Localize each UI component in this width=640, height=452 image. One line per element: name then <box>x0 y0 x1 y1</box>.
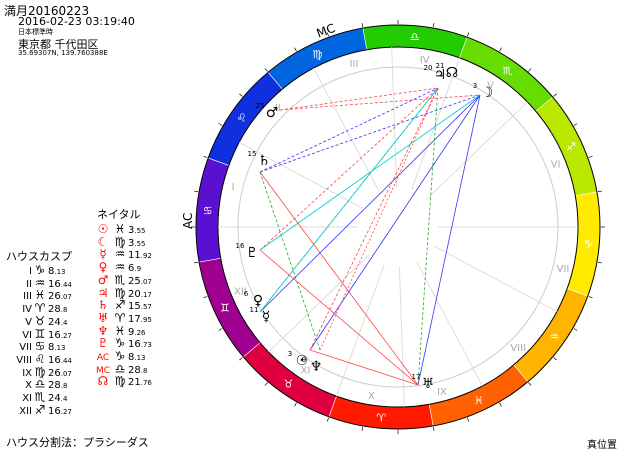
zodiac-sign-glyph: ♓ <box>474 394 484 407</box>
wheel-planet-degree: 17 <box>412 373 421 381</box>
degree-tick <box>203 155 208 158</box>
wheel-planet-glyph: ♇ <box>246 245 259 261</box>
house-numeral: VIII <box>510 343 526 354</box>
wheel-planet-glyph: ☊ <box>446 65 458 81</box>
degree-tick <box>218 328 223 331</box>
degree-tick <box>432 426 435 431</box>
wheel-planet-glyph: ☿ <box>262 309 271 325</box>
degree-tick <box>597 190 602 193</box>
degree-tick <box>203 296 208 299</box>
degree-tick <box>361 426 364 431</box>
house-numeral: III <box>350 59 359 70</box>
degree-tick <box>239 93 243 97</box>
wheel-planet-glyph: ♂ <box>266 105 279 121</box>
wheel-planet-degree: 3 <box>288 350 292 358</box>
wheel-planet-degree: 25 <box>256 102 265 110</box>
wheel-planet-degree: 11 <box>250 306 259 314</box>
degree-tick <box>588 155 593 158</box>
wheel-planet-degree: 16 <box>236 242 245 250</box>
degree-tick <box>573 328 578 331</box>
zodiac-sign-glyph: ♑ <box>583 238 593 251</box>
degree-tick <box>361 23 364 28</box>
position-mode-label: 真位置 <box>587 440 617 451</box>
zodiac-sign-glyph: ♏ <box>503 65 513 78</box>
zodiac-sign-glyph: ♋ <box>203 204 213 217</box>
zodiac-sign-glyph: ♐ <box>566 140 576 153</box>
degree-tick <box>467 32 470 37</box>
zodiac-sign-glyph: ♍ <box>312 48 322 61</box>
wheel-planet-glyph: ♆ <box>310 359 323 375</box>
degree-tick <box>194 261 199 264</box>
degree-tick <box>194 190 199 193</box>
degree-tick <box>326 417 329 422</box>
zodiac-sign-glyph: ♌ <box>237 111 247 124</box>
wheel-planet-degree: 3 <box>473 82 477 90</box>
degree-tick <box>218 123 223 126</box>
house-numeral: VII <box>557 264 570 275</box>
zodiac-sign-glyph: ♈ <box>376 411 386 424</box>
degree-tick <box>264 382 268 386</box>
degree-tick <box>588 296 593 299</box>
wheel-planet-degree: 15 <box>248 150 257 158</box>
degree-tick <box>597 261 602 264</box>
degree-tick <box>528 382 532 386</box>
zodiac-sign-glyph: ♉ <box>284 377 294 390</box>
degree-tick <box>294 47 297 52</box>
wheel-planet-glyph: ☽ <box>481 85 494 101</box>
degree-tick <box>573 123 578 126</box>
wheel-planet-degree: 20 <box>424 64 433 72</box>
degree-tick <box>499 47 502 52</box>
degree-tick <box>239 357 243 361</box>
wheel-planet-degree: 9 <box>302 356 306 364</box>
horoscope-wheel: ♎♏♐♑♒♓♈♉♊♋♌♍IIIIII IVVVIVIIVIIIIXXXIXII☽3… <box>181 20 605 434</box>
degree-tick <box>264 68 268 72</box>
degree-tick <box>467 417 470 422</box>
degree-tick <box>553 357 557 361</box>
wheel-planet-degree: 21 <box>436 62 445 70</box>
degree-tick <box>432 23 435 28</box>
zodiac-sign-glyph: ♒ <box>550 331 560 344</box>
degree-tick <box>499 402 502 407</box>
degree-tick <box>528 68 532 72</box>
house-system-label: ハウス分割法：プラシーダス <box>6 436 149 449</box>
house-numeral: X <box>368 391 375 402</box>
zodiac-sign-glyph: ♊ <box>220 302 230 315</box>
wheel-planet-degree: 6 <box>244 290 249 298</box>
wheel-planet-glyph: ♅ <box>422 376 435 392</box>
wheel-planet-glyph: ♄ <box>258 153 271 169</box>
house-numeral: VI <box>551 159 561 170</box>
house-numeral: I <box>232 182 235 193</box>
degree-tick <box>294 402 297 407</box>
house-numeral: IX <box>437 387 447 398</box>
zodiac-sign-glyph: ♎ <box>410 31 420 44</box>
ascendant-label: AC <box>181 213 195 229</box>
degree-tick <box>553 93 557 97</box>
